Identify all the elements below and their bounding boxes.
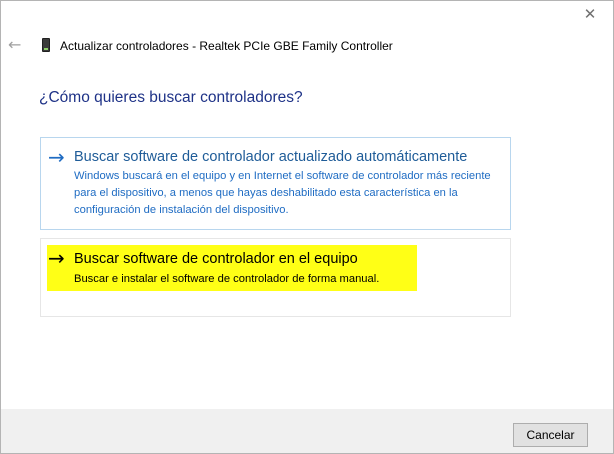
- option-search-automatically[interactable]: → Buscar software de controlador actuali…: [40, 137, 511, 230]
- page-heading: ¿Cómo quieres buscar controladores?: [39, 89, 303, 106]
- close-icon[interactable]: ✕: [581, 5, 599, 23]
- option-description: Buscar e instalar el software de control…: [74, 273, 380, 285]
- option-title: Buscar software de controlador en el equ…: [74, 251, 358, 267]
- arrow-right-icon: →: [48, 145, 65, 169]
- option-browse-computer[interactable]: → Buscar software de controlador en el e…: [40, 238, 511, 317]
- update-drivers-dialog: ✕ ← Actualizar controladores - Realtek P…: [0, 0, 614, 454]
- option-description: Windows buscará en el equipo y en Intern…: [74, 170, 491, 216]
- window-title: Actualizar controladores - Realtek PCIe …: [60, 39, 393, 53]
- back-arrow-icon[interactable]: ←: [8, 37, 24, 53]
- network-device-icon: [42, 38, 50, 52]
- option-title: Buscar software de controlador actualiza…: [74, 149, 468, 165]
- cancel-button[interactable]: Cancelar: [513, 423, 588, 447]
- dialog-footer: Cancelar: [1, 409, 613, 453]
- arrow-right-icon: →: [48, 246, 65, 270]
